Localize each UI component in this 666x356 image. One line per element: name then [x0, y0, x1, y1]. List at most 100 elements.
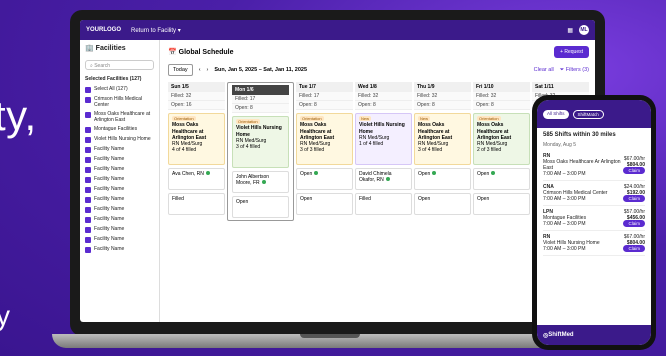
- checkbox-icon[interactable]: [85, 157, 91, 163]
- facility-checkbox-item[interactable]: Crimson Hills Medical Center: [85, 96, 154, 108]
- checkbox-icon[interactable]: [85, 207, 91, 213]
- shift-request-card[interactable]: OrientationMoss Oaks Healthcare at Arlin…: [296, 113, 353, 165]
- filled-status: 2 of 3 filled: [477, 147, 502, 154]
- facility-checkbox-item[interactable]: Facility Name: [85, 196, 154, 203]
- clear-all-link[interactable]: Clear all: [534, 67, 554, 73]
- facility-name: Facility Name: [94, 246, 125, 252]
- shift-slot[interactable]: Open: [232, 196, 289, 218]
- facility-checkbox-item[interactable]: Facility Name: [85, 156, 154, 163]
- checkbox-icon[interactable]: [85, 87, 91, 93]
- nav-return-facility[interactable]: Return to Facility ▾: [131, 27, 181, 34]
- shift-slot[interactable]: Filled: [168, 193, 225, 215]
- facility-checkbox-item[interactable]: Violet Hills Nursing Home: [85, 136, 154, 143]
- status-badge: New: [418, 116, 431, 121]
- shift-slot[interactable]: Ava Chen, RN: [168, 168, 225, 190]
- facility-name: Violet Hills Nursing Home: [236, 125, 282, 138]
- facility-checkbox-item[interactable]: Select All (127): [85, 86, 154, 93]
- checkbox-icon[interactable]: [85, 97, 91, 103]
- day-header[interactable]: Fri 1/10: [473, 82, 530, 92]
- checkbox-icon[interactable]: [85, 237, 91, 243]
- claim-button[interactable]: Claim: [623, 167, 645, 174]
- tab-shiftmatch[interactable]: ShiftMatch: [572, 110, 604, 119]
- day-header[interactable]: Sat 1/11: [532, 82, 589, 92]
- laptop-screen: YOURLOGO Return to Facility ▾ ▦ ML 🏢 Fac…: [80, 20, 595, 322]
- filled-count: Filled: 32: [168, 92, 225, 101]
- grid-icon[interactable]: ▦: [567, 27, 573, 34]
- checkbox-icon[interactable]: [85, 187, 91, 193]
- facility-name: Moss Oaks Healthcare at Arlington East: [300, 122, 335, 141]
- role-label: RN Med/Surg: [359, 134, 390, 141]
- today-button[interactable]: Today: [168, 64, 193, 76]
- avatar[interactable]: ML: [579, 25, 589, 35]
- shift-slot[interactable]: David Chimela Okafor, RN: [355, 168, 412, 190]
- day-header[interactable]: Thu 1/9: [414, 82, 471, 92]
- app-logo[interactable]: YOURLOGO: [86, 27, 121, 33]
- day-header[interactable]: Tue 1/7: [296, 82, 353, 92]
- facility-name: Facility Name: [94, 176, 125, 182]
- facility-checkbox-item[interactable]: Montague Facilities: [85, 126, 154, 133]
- checkbox-icon[interactable]: [85, 217, 91, 223]
- role-label: RN Med/Surg: [300, 141, 331, 147]
- checkbox-icon[interactable]: [85, 177, 91, 183]
- claim-button[interactable]: Claim: [623, 245, 645, 252]
- facility-checkbox-item[interactable]: Moss Oaks Healthcare at Arlington East: [85, 111, 154, 123]
- checkbox-icon[interactable]: [85, 247, 91, 253]
- phone-shift-item[interactable]: RN Moss Oaks Healthcare Ar Arlington East…: [543, 150, 645, 181]
- filters-button[interactable]: ⏷ Filters (3): [560, 67, 589, 74]
- facility-checkbox-item[interactable]: Facility Name: [85, 206, 154, 213]
- checkbox-icon[interactable]: [85, 227, 91, 233]
- status-badge: Orientation: [172, 116, 196, 121]
- checkbox-icon[interactable]: [85, 167, 91, 173]
- phone-shift-item[interactable]: CNA Crimson Hills Medical Center 7:00 AM –…: [543, 181, 645, 206]
- day-header[interactable]: Wed 1/8: [355, 82, 412, 92]
- facility-checkbox-item[interactable]: Facility Name: [85, 216, 154, 223]
- shift-slot[interactable]: Open: [296, 168, 353, 190]
- shift-slot[interactable]: Open: [414, 168, 471, 190]
- claim-button[interactable]: Claim: [623, 220, 645, 227]
- facility-name: Facility Name: [94, 236, 125, 242]
- status-dot-icon: [491, 171, 496, 175]
- checkbox-icon[interactable]: [85, 112, 91, 118]
- laptop-notch: [300, 334, 360, 338]
- tab-all-shifts[interactable]: All Shifts: [543, 110, 569, 119]
- shift-request-card[interactable]: OrientationMoss Oaks Healthcare at Arlin…: [168, 113, 225, 165]
- phone-shift-item[interactable]: RN Violet Hills Nursing Home 7:00 AM – 3:0…: [543, 231, 645, 256]
- day-header[interactable]: Mon 1/6: [232, 85, 289, 95]
- shift-request-card[interactable]: New Moss Oaks Healthcare at Arlington Eas…: [414, 113, 471, 165]
- prev-week-icon[interactable]: ‹: [199, 67, 201, 73]
- phone-shift-item[interactable]: LPN Montague Facilities 7:00 AM – 3:00 PM $…: [543, 206, 645, 231]
- checkbox-icon[interactable]: [85, 197, 91, 203]
- facility-checkbox-item[interactable]: Facility Name: [85, 176, 154, 183]
- shift-slot[interactable]: Open: [414, 193, 471, 215]
- facility-checkbox-item[interactable]: Facility Name: [85, 236, 154, 243]
- facility-checkbox-item[interactable]: Facility Name: [85, 186, 154, 193]
- role-label: RN Med/Surg: [477, 141, 508, 147]
- shift-slot[interactable]: Open: [473, 193, 530, 215]
- shift-slot[interactable]: John Albertson Moore, FR: [232, 171, 289, 193]
- facility-checkbox-item[interactable]: Facility Name: [85, 146, 154, 153]
- filled-count: Filled: 17: [232, 95, 289, 104]
- search-input[interactable]: ⌕ Search: [85, 60, 154, 70]
- facility-checkbox-item[interactable]: Facility Name: [85, 166, 154, 173]
- request-button[interactable]: + Request: [554, 46, 589, 58]
- shift-slot[interactable]: Open: [473, 168, 530, 190]
- shift-request-card[interactable]: Orientation Violet Hills Nursing Home RN M…: [232, 116, 289, 168]
- shift-request-card[interactable]: New Violet Hills Nursing Home RN Med/Surg 1…: [355, 113, 412, 165]
- shift-status: Open: [300, 196, 313, 202]
- shift-request-card[interactable]: OrientationMoss Oaks Healthcare at Arlin…: [473, 113, 530, 165]
- facility-checkbox-item[interactable]: Facility Name: [85, 226, 154, 233]
- shift-time: 7:00 AM – 3:00 PM: [543, 171, 586, 177]
- shift-slot[interactable]: Open: [296, 193, 353, 215]
- day-header[interactable]: Sun 1/5: [168, 82, 225, 92]
- phone-header: All Shifts ShiftMatch: [537, 100, 651, 128]
- shift-slot[interactable]: Filled: [355, 193, 412, 215]
- facility-name: Crimson Hills Medical Center: [94, 96, 143, 108]
- checkbox-icon[interactable]: [85, 147, 91, 153]
- phone-shift-list: RN Moss Oaks Healthcare Ar Arlington East…: [543, 150, 645, 256]
- claim-button[interactable]: Claim: [623, 195, 645, 202]
- next-week-icon[interactable]: ›: [207, 67, 209, 73]
- facility-checkbox-item[interactable]: Facility Name: [85, 246, 154, 253]
- shift-status: Filled: [359, 196, 371, 202]
- checkbox-icon[interactable]: [85, 127, 91, 133]
- checkbox-icon[interactable]: [85, 137, 91, 143]
